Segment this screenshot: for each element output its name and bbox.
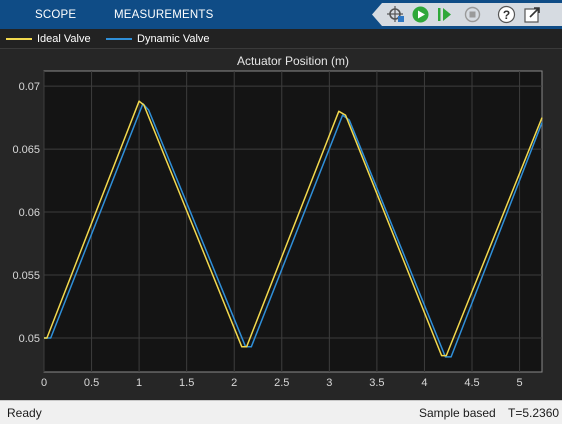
legend-line-dynamic-valve [106, 38, 132, 40]
x-tick-label: 4 [421, 377, 427, 389]
y-tick-label: 0.065 [12, 144, 40, 156]
sample-mode-text: Sample based [419, 406, 496, 420]
y-tick-label: 0.07 [19, 81, 40, 93]
legend-item-ideal-valve[interactable]: Ideal Valve [6, 29, 91, 49]
step-forward-icon[interactable] [434, 4, 455, 25]
y-tick-label: 0.06 [19, 207, 40, 219]
x-tick-label: 0.5 [84, 377, 99, 389]
tab-measurements[interactable]: MEASUREMENTS [114, 0, 214, 29]
legend-line-ideal-valve [6, 38, 32, 40]
status-text: Ready [7, 406, 42, 420]
x-tick-label: 0 [41, 377, 47, 389]
svg-text:?: ? [503, 8, 510, 22]
status-bar: Ready Sample based T=5.2360 [0, 400, 562, 424]
x-tick-label: 2 [231, 377, 237, 389]
y-tick-label: 0.05 [19, 333, 40, 345]
chart-title: Actuator Position (m) [237, 54, 349, 68]
x-tick-label: 3 [326, 377, 332, 389]
plot-axes-background [43, 70, 543, 373]
plot-area: 0 0.5 1 1.5 2 2.5 3 3.5 4 4.5 5 0.05 0.055 0.06 0.065 0… [0, 49, 562, 400]
x-tick-label: 2.5 [274, 377, 289, 389]
legend-item-dynamic-valve[interactable]: Dynamic Valve [106, 29, 210, 49]
legend-label-ideal-valve: Ideal Valve [37, 33, 91, 45]
run-icon[interactable] [410, 4, 431, 25]
simulation-time-text: T=5.2360 [508, 406, 560, 420]
x-tick-label: 4.5 [464, 377, 479, 389]
y-tick-label: 0.055 [12, 270, 40, 282]
stop-icon[interactable] [462, 4, 483, 25]
toolbar-icons: ? [372, 3, 562, 26]
legend: Ideal Valve Dynamic Valve [0, 29, 562, 49]
x-tick-label: 3.5 [369, 377, 384, 389]
help-icon[interactable]: ? [496, 4, 517, 25]
highlight-simulink-block-icon[interactable] [386, 4, 407, 25]
actuator-position-chart[interactable]: 0 0.5 1 1.5 2 2.5 3 3.5 4 4.5 5 0.05 0.055 0.06 0.065 0… [0, 49, 562, 400]
legend-label-dynamic-valve: Dynamic Valve [137, 33, 210, 45]
x-tick-label: 5 [516, 377, 522, 389]
x-tick-label: 1 [136, 377, 142, 389]
tab-scope[interactable]: SCOPE [35, 0, 76, 29]
undock-icon[interactable] [522, 4, 543, 25]
x-tick-label: 1.5 [179, 377, 194, 389]
toolstrip: SCOPE MEASUREMENTS ? [0, 0, 562, 29]
